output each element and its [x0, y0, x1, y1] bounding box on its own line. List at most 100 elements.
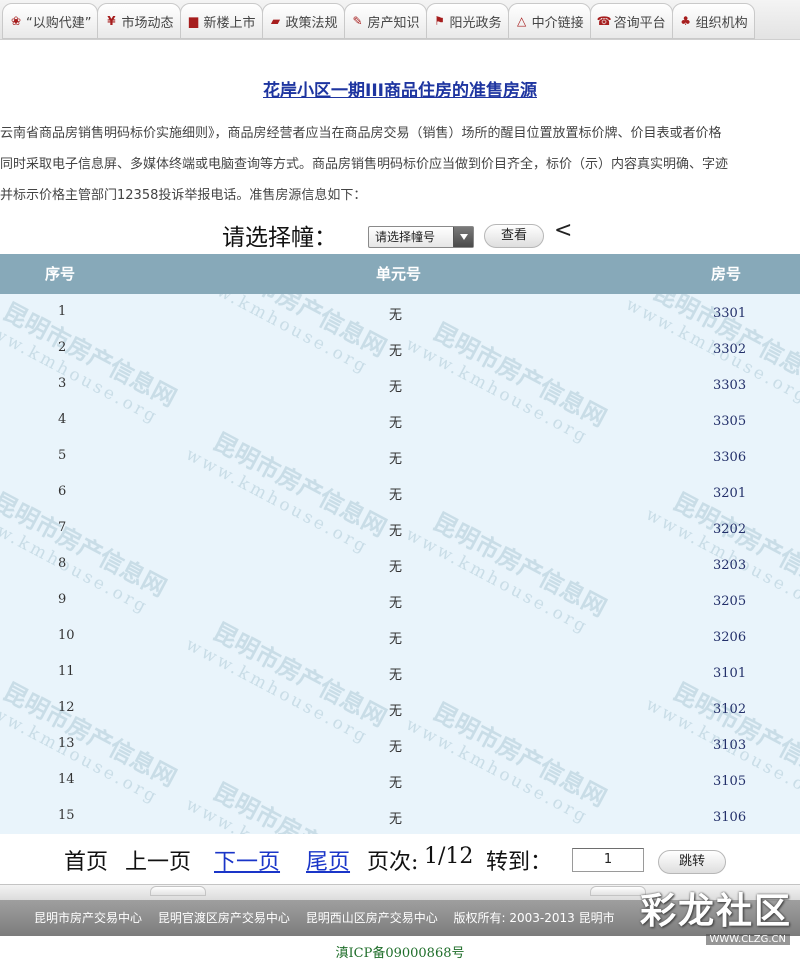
chevron-down-icon[interactable]	[453, 227, 473, 247]
cell-unit: 无	[389, 416, 403, 431]
table-row: 9 无 3205	[0, 582, 800, 618]
cell-seq: 4	[58, 412, 67, 427]
cell-seq: 9	[58, 592, 67, 607]
phone-icon: ☎	[596, 14, 612, 28]
cell-seq: 10	[58, 628, 75, 643]
table-row: 7 无 3202	[0, 510, 800, 546]
cell-unit: 无	[389, 668, 403, 683]
cell-unit: 无	[389, 704, 403, 719]
cell-room: 3301	[713, 306, 747, 321]
back-arrow-icon[interactable]: <	[554, 218, 572, 243]
nav-tab[interactable]: ⚑ 阳光政务	[425, 3, 509, 39]
triangle-icon: △	[516, 14, 527, 28]
nav-tab[interactable]: ♣ 组织机构	[671, 3, 755, 39]
cell-room: 3202	[713, 522, 747, 537]
footer-copyright: 版权所有: 2003-2013 昆明市	[453, 911, 615, 925]
cell-seq: 8	[58, 556, 67, 571]
table-row: 2 无 3302	[0, 330, 800, 366]
cell-unit: 无	[389, 632, 403, 647]
footer-tab-decoration	[150, 886, 206, 896]
book-icon: ▰	[270, 14, 281, 28]
nav-tab[interactable]: ¥ 市场动态	[97, 3, 181, 39]
column-header-seq: 序号	[45, 265, 76, 283]
column-header-unit: 单元号	[376, 265, 422, 283]
table-row: 3 无 3303	[0, 366, 800, 402]
nav-tab[interactable]: △ 中介链接	[507, 3, 591, 39]
nav-tab[interactable]: ▰ 政策法规	[261, 3, 345, 39]
cell-room: 3206	[713, 630, 747, 645]
jump-button[interactable]: 跳转	[658, 850, 726, 874]
cell-room: 3306	[713, 450, 747, 465]
cell-room: 3205	[713, 594, 747, 609]
cell-unit: 无	[389, 524, 403, 539]
column-header-room: 房号	[711, 265, 742, 283]
nav-tab[interactable]: ▆ 新楼上市	[179, 3, 263, 39]
table-row: 6 无 3201	[0, 474, 800, 510]
building-icon: ▆	[188, 14, 199, 28]
cell-unit: 无	[389, 560, 403, 575]
cell-unit: 无	[389, 740, 403, 755]
handshake-icon: ✎	[352, 14, 363, 28]
cell-seq: 6	[58, 484, 67, 499]
cell-unit: 无	[389, 776, 403, 791]
cell-room: 3305	[713, 414, 747, 429]
cell-seq: 14	[58, 772, 75, 787]
nav-tab[interactable]: ☎ 咨询平台	[589, 3, 673, 39]
page-title[interactable]: 花岸小区一期III商品住房的准售房源	[0, 76, 800, 101]
cell-seq: 15	[58, 808, 75, 823]
logo-url: WWW.CLZG.CN	[705, 934, 790, 945]
nav-tab-label: 政策法规	[285, 15, 338, 31]
cell-room: 3303	[713, 378, 747, 393]
cell-seq: 3	[58, 376, 67, 391]
next-page-link[interactable]: 下一页	[214, 844, 280, 876]
table-row: 11 无 3101	[0, 654, 800, 690]
footer-link[interactable]: 昆明官渡区房产交易中心	[158, 911, 290, 925]
building-select-label: 请选择幢：	[222, 225, 337, 251]
goto-page-input[interactable]: 1	[572, 848, 644, 872]
table-row: 14 无 3105	[0, 762, 800, 798]
pagination: 首页 上一页 下一页 尾页 页次: 1/12 转到： 1 跳转	[0, 838, 800, 880]
footer-link[interactable]: 昆明西山区房产交易中心	[306, 911, 438, 925]
cell-unit: 无	[389, 812, 403, 827]
table-row: 5 无 3306	[0, 438, 800, 474]
table-body: 昆明市房产信息网 www.kmhouse.org 昆明市房产信息网 www.kmhou…	[0, 294, 800, 834]
nav-tab-label: 组织机构	[695, 15, 748, 31]
goto-label: 转到：	[486, 850, 553, 875]
first-page-label: 首页	[64, 850, 109, 875]
nav-tab-label: 房产知识	[367, 15, 420, 31]
top-navigation: ❀ “以购代建” ¥ 市场动态 ▆ 新楼上市 ▰ 政策法规 ✎ 房产知识 ⚑ 阳光政务 △ 中介链接 ☎ 咨询…	[0, 0, 800, 40]
nav-tab[interactable]: ✎ 房产知识	[343, 3, 427, 39]
nav-tab-label: 咨询平台	[613, 15, 666, 31]
last-page-link[interactable]: 尾页	[306, 844, 350, 876]
table-row: 13 无 3103	[0, 726, 800, 762]
site-logo-watermark: 彩龙社区 WWW.CLZG.CN	[638, 878, 798, 954]
logo-text: 彩龙社区	[639, 890, 792, 932]
nav-tab-label: 新楼上市	[203, 15, 256, 31]
cell-seq: 2	[58, 340, 67, 355]
cell-room: 3103	[713, 738, 747, 753]
table-header: 序号 单元号 房号	[0, 254, 800, 294]
table-row: 8 无 3203	[0, 546, 800, 582]
intro-line: 云南省商品房销售明码标价实施细则》，商品房经营者应当在商品房交易（销售）场所的醒…	[0, 126, 722, 141]
footer-link[interactable]: 昆明市房产交易中心	[34, 911, 142, 925]
cell-unit: 无	[389, 596, 403, 611]
cell-unit: 无	[389, 308, 403, 323]
building-selector: 请选择幢： 请选择幢号	[0, 218, 800, 252]
table-row: 1 无 3301	[0, 294, 800, 330]
table-row: 4 无 3305	[0, 402, 800, 438]
intro-line: 同时采取电子信息屏、多媒体终端或电脑查询等方式。商品房销售明码标价应当做到价目齐…	[0, 157, 729, 172]
cell-room: 3106	[713, 810, 747, 825]
table-row: 12 无 3102	[0, 690, 800, 726]
cell-unit: 无	[389, 488, 403, 503]
view-button[interactable]: 查看	[484, 224, 544, 248]
cell-seq: 1	[58, 304, 67, 319]
nav-tab[interactable]: ❀ “以购代建”	[2, 3, 99, 39]
building-select[interactable]: 请选择幢号	[368, 226, 474, 248]
nav-tab-label: 市场动态	[121, 15, 174, 31]
cell-unit: 无	[389, 380, 403, 395]
intro-line: 并标示价格主管部门12358投诉举报电话。准售房源信息如下：	[0, 188, 367, 203]
leaf-icon: ❀	[10, 14, 22, 28]
cell-seq: 13	[58, 736, 75, 751]
intro-text: 云南省商品房销售明码标价实施细则》，商品房经营者应当在商品房交易（销售）场所的醒…	[0, 124, 800, 217]
nav-spacer	[0, 40, 800, 60]
